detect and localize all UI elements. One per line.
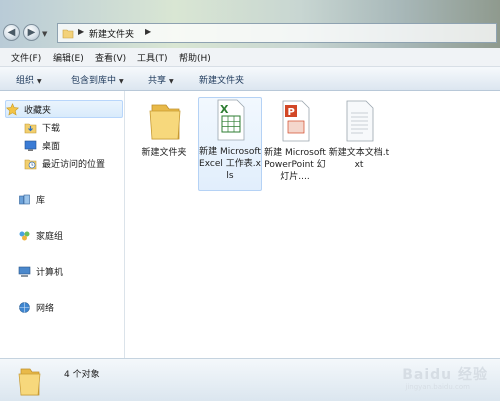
address-bar[interactable]: ▶ 新建文件夹 ▶ — [57, 23, 497, 43]
sidebar-item-libraries[interactable]: 库 — [18, 191, 45, 207]
menu-bar: 文件(F) 编辑(E) 查看(V) 工具(T) 帮助(H) — [0, 48, 500, 67]
menu-edit[interactable]: 编辑(E) — [53, 51, 84, 64]
excel-file-icon: X — [217, 99, 245, 141]
file-name: 新建文件夹 — [141, 148, 187, 158]
recent-places-icon — [24, 159, 37, 169]
file-list-pane: 新建文件夹 X 新建 Microsoft Excel 工作表.xls P 新建 … — [125, 91, 500, 358]
organize-button[interactable]: 组织 ▼ — [16, 73, 42, 86]
title-bar: ◀ ▶ ▼ ▶ 新建文件夹 ▶ — [0, 0, 500, 48]
breadcrumb-arrow-icon[interactable]: ▶ — [145, 27, 151, 36]
watermark: Baidu 经验 — [402, 367, 488, 383]
folder-icon — [18, 368, 41, 396]
chevron-down-icon: ▼ — [169, 78, 174, 85]
sidebar-item-label: 收藏夹 — [24, 105, 52, 116]
powerpoint-file-icon: P — [282, 100, 310, 142]
file-item[interactable]: 新建文件夹 — [133, 99, 195, 159]
breadcrumb-current[interactable]: 新建文件夹 — [89, 27, 134, 40]
sidebar-item-label: 家庭组 — [36, 231, 64, 242]
download-folder-icon — [24, 123, 37, 133]
menu-file[interactable]: 文件(F) — [11, 51, 41, 64]
folder-icon — [62, 29, 74, 39]
star-icon — [6, 102, 19, 116]
navigation-pane: 收藏夹 下载 桌面 最近访问的位置 库 家庭组 计算机 网络 — [0, 91, 125, 358]
file-item[interactable]: P 新建 Microsoft PowerPoint 幻灯片.... — [264, 99, 326, 183]
sidebar-item-network[interactable]: 网络 — [18, 299, 54, 315]
sidebar-item-label: 网络 — [36, 303, 55, 314]
new-folder-button[interactable]: 新建文件夹 — [199, 73, 244, 86]
file-name: 新建 Microsoft Excel 工作表.xls — [199, 147, 261, 181]
file-item[interactable]: 新建文本文档.txt — [328, 99, 390, 171]
sidebar-item-label: 桌面 — [42, 141, 61, 152]
forward-button[interactable]: ▶ — [23, 24, 40, 41]
watermark-url: jingyan.baidu.com — [405, 383, 470, 391]
sidebar-item-recent[interactable]: 最近访问的位置 — [24, 155, 105, 171]
svg-text:P: P — [288, 107, 295, 118]
back-button[interactable]: ◀ — [3, 24, 20, 41]
menu-help[interactable]: 帮助(H) — [179, 51, 211, 64]
history-dropdown-icon[interactable]: ▼ — [42, 30, 48, 38]
breadcrumb-arrow-icon[interactable]: ▶ — [78, 27, 84, 36]
sidebar-item-desktop[interactable]: 桌面 — [24, 137, 60, 153]
sidebar-item-downloads[interactable]: 下载 — [24, 119, 60, 135]
sidebar-item-label: 库 — [36, 195, 46, 206]
sidebar-item-favorites[interactable]: 收藏夹 — [5, 100, 123, 118]
desktop-icon — [24, 140, 37, 151]
include-in-library-button[interactable]: 包含到库中 ▼ — [71, 73, 124, 86]
file-item[interactable]: X 新建 Microsoft Excel 工作表.xls — [198, 97, 262, 191]
item-count: 4 个对象 — [64, 370, 100, 380]
share-button[interactable]: 共享 ▼ — [148, 73, 174, 86]
menu-view[interactable]: 查看(V) — [95, 51, 126, 64]
chevron-down-icon: ▼ — [37, 78, 42, 85]
sidebar-item-computer[interactable]: 计算机 — [18, 263, 63, 279]
command-toolbar: 组织 ▼ 包含到库中 ▼ 共享 ▼ 新建文件夹 — [0, 67, 500, 91]
file-name: 新建文本文档.txt — [328, 148, 390, 170]
sidebar-item-label: 下载 — [42, 123, 61, 134]
organize-label: 组织 — [16, 76, 35, 86]
computer-icon — [18, 266, 31, 277]
text-file-icon — [346, 100, 374, 142]
sidebar-item-homegroup[interactable]: 家庭组 — [18, 227, 63, 243]
file-name: 新建 Microsoft PowerPoint 幻灯片.... — [264, 148, 326, 182]
menu-tools[interactable]: 工具(T) — [137, 51, 168, 64]
library-icon — [19, 194, 30, 204]
network-icon — [19, 301, 30, 313]
homegroup-icon — [19, 231, 30, 240]
share-label: 共享 — [148, 76, 167, 86]
chevron-down-icon: ▼ — [119, 78, 124, 85]
include-in-library-label: 包含到库中 — [71, 76, 117, 86]
svg-text:X: X — [220, 103, 229, 116]
folder-icon — [149, 104, 181, 140]
status-bar: 4 个对象 Baidu 经验 jingyan.baidu.com — [0, 358, 500, 401]
sidebar-item-label: 最近访问的位置 — [42, 159, 106, 170]
sidebar-item-label: 计算机 — [36, 267, 64, 278]
